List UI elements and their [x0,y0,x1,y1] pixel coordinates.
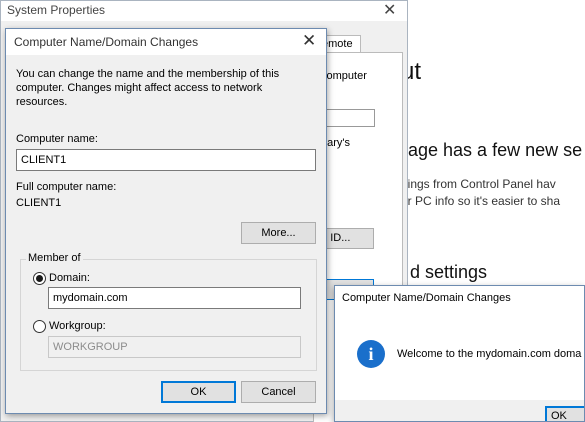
member-of-label: Member of [26,252,83,264]
settings-body-line-1: ttings from Control Panel hav [401,177,556,191]
info-icon: i [357,340,385,368]
workgroup-input [48,336,301,358]
system-properties-close-icon[interactable]: ✕ [383,0,396,20]
domain-label: Domain: [49,272,90,284]
settings-section-heading-2: d settings [410,262,488,282]
settings-section-heading: age has a few new se [408,140,583,160]
settings-body-line-2: ur PC info so it's easier to sha [401,194,561,208]
domain-radio[interactable] [33,272,46,285]
system-properties-title: System Properties [7,3,106,17]
dialog-close-icon[interactable]: ✕ [302,31,316,51]
welcome-message-box: Computer Name/Domain Changes i Welcome t… [334,285,585,422]
full-computer-name-value: CLIENT1 [16,197,62,209]
full-computer-name-label: Full computer name: [16,181,117,193]
cancel-button[interactable]: Cancel [241,381,316,403]
dialog-description: You can change the name and the membersh… [16,68,280,108]
workgroup-radio[interactable] [33,320,46,333]
sp-text-fragment-1: computer [321,70,367,82]
computer-name-label: Computer name: [16,133,98,145]
message-box-ok-button[interactable]: OK [545,406,584,421]
computer-name-dialog: Computer Name/Domain Changes ✕ You can c… [5,28,327,414]
dialog-title: Computer Name/Domain Changes [14,35,199,49]
message-box-title: Computer Name/Domain Changes [342,292,511,304]
welcome-message-text: Welcome to the mydomain.com doma [397,348,582,360]
workgroup-label: Workgroup: [49,320,106,332]
dialog-titlebar: Computer Name/Domain Changes ✕ [6,29,326,55]
computer-name-input[interactable] [16,149,316,171]
more-button[interactable]: More... [241,222,316,244]
domain-input[interactable] [48,287,301,309]
system-properties-titlebar: System Properties ✕ [1,1,407,21]
ok-button[interactable]: OK [161,381,236,403]
